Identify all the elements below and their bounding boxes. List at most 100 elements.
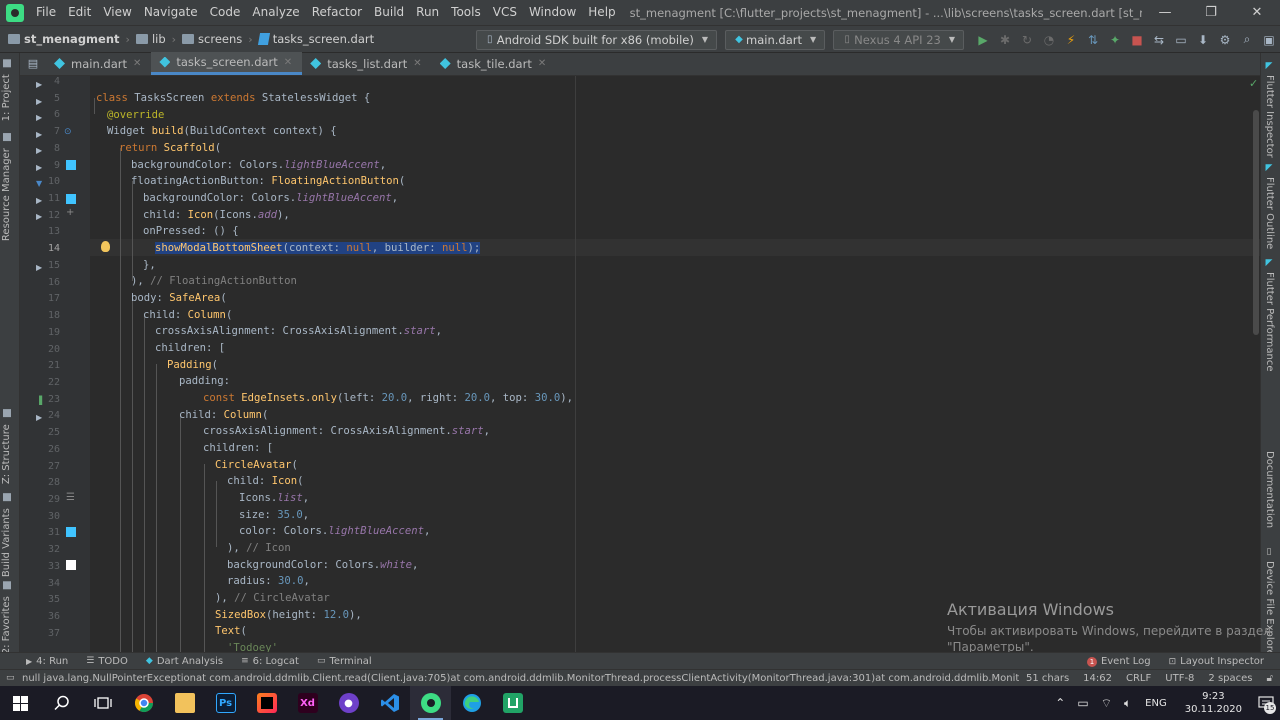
selected-code[interactable]: showModalBottomSheet(context: null, buil… [155, 242, 481, 254]
clock[interactable]: 9:23 30.11.2020 [1175, 690, 1252, 716]
taskbar-explorer[interactable] [164, 686, 205, 720]
taskbar-android-studio[interactable] [410, 686, 451, 720]
breadcrumb-project[interactable]: st_menagment [0, 32, 124, 46]
fold-icon[interactable]: ▶ [36, 80, 42, 89]
menu-edit[interactable]: Edit [62, 0, 97, 25]
editor-scrollbar[interactable] [1253, 110, 1259, 335]
taskbar-photoshop[interactable]: Ps [205, 686, 246, 720]
color-swatch-icon[interactable] [66, 160, 76, 170]
stop-icon[interactable]: ■ [1126, 29, 1148, 51]
fold-icon[interactable]: ▶ [36, 263, 42, 272]
color-swatch-icon[interactable] [66, 527, 76, 537]
close-tab-icon[interactable]: ✕ [284, 57, 292, 68]
language-indicator[interactable]: ENG [1137, 698, 1175, 709]
fold-icon[interactable]: ▶ [36, 413, 42, 422]
tool-flutter-inspector[interactable]: ◤ Flutter Inspector [1264, 61, 1275, 158]
fold-icon[interactable]: ▶ [36, 212, 42, 221]
tool-dart-analysis[interactable]: ◆ Dart Analysis [138, 656, 233, 667]
taskbar-app[interactable] [492, 686, 533, 720]
no-problems-check-icon[interactable]: ✓ [1249, 77, 1258, 90]
fold-icon[interactable]: ▶ [36, 113, 42, 122]
tool-build-variants[interactable]: Build Variants [1, 493, 12, 577]
profile-icon[interactable]: ◔ [1038, 29, 1060, 51]
tool-flutter-performance[interactable]: ◤ Flutter Performance [1264, 258, 1275, 372]
close-tab-icon[interactable]: ✕ [413, 58, 421, 69]
menu-code[interactable]: Code [204, 0, 247, 25]
status-line-separator[interactable]: CRLF [1119, 673, 1158, 684]
fold-open-icon[interactable]: ▼ [36, 179, 42, 188]
breadcrumb-file[interactable]: tasks_screen.dart [255, 32, 378, 46]
tool-structure[interactable]: Z: Structure [1, 409, 12, 484]
tool-project[interactable]: 1: Project [1, 59, 12, 121]
debug-icon[interactable]: ✱ [994, 29, 1016, 51]
menu-file[interactable]: File [30, 0, 62, 25]
color-swatch-icon[interactable] [66, 560, 76, 570]
taskbar-jetbrains[interactable] [246, 686, 287, 720]
status-message[interactable]: null java.lang.NullPointerExceptionat co… [0, 673, 1019, 684]
tab-task-tile-dart[interactable]: task_tile.dart ✕ [432, 52, 557, 75]
lightbulb-icon[interactable] [101, 241, 110, 252]
battery-icon[interactable]: ▭ [1071, 696, 1094, 710]
menu-navigate[interactable]: Navigate [138, 0, 204, 25]
menu-tools[interactable]: Tools [445, 0, 487, 25]
notification-center[interactable]: 15 [1252, 686, 1280, 720]
minimize-button[interactable]: — [1142, 0, 1188, 25]
tool-terminal[interactable]: ▭ Terminal [309, 656, 382, 667]
tab-tasks-list-dart[interactable]: tasks_list.dart ✕ [302, 52, 431, 75]
tool-favorites[interactable]: 2: Favorites [1, 581, 12, 654]
override-marker-icon[interactable]: ⊙ [64, 127, 72, 137]
tab-main-dart[interactable]: main.dart ✕ [46, 52, 151, 75]
breadcrumb-lib[interactable]: lib [132, 32, 170, 46]
menu-refactor[interactable]: Refactor [306, 0, 368, 25]
menu-window[interactable]: Window [523, 0, 582, 25]
tool-logcat[interactable]: ≡ 6: Logcat [233, 656, 309, 667]
tool-todo[interactable]: ☰ TODO [78, 656, 138, 667]
menu-view[interactable]: View [97, 0, 137, 25]
tool-layout-inspector[interactable]: ⊡ Layout Inspector [1161, 656, 1274, 667]
menu-help[interactable]: Help [582, 0, 621, 25]
taskbar-github[interactable]: ● [328, 686, 369, 720]
breadcrumb-screens[interactable]: screens [178, 32, 246, 46]
close-tab-icon[interactable]: ✕ [538, 58, 546, 69]
lock-icon[interactable]: 🔓︎ [1260, 673, 1280, 684]
tab-tasks-screen-dart[interactable]: tasks_screen.dart ✕ [151, 52, 303, 75]
sync-project-icon[interactable]: ⇆ [1148, 29, 1170, 51]
fold-icon[interactable]: ▶ [36, 196, 42, 205]
status-encoding[interactable]: UTF-8 [1158, 673, 1201, 684]
status-caret-position[interactable]: 14:62 [1076, 673, 1119, 684]
network-icon[interactable]: ⌔ [1095, 696, 1118, 711]
tool-event-log[interactable]: 1 Event Log [1079, 656, 1161, 667]
taskbar-vscode[interactable] [369, 686, 410, 720]
menu-vcs[interactable]: VCS [487, 0, 523, 25]
fold-icon[interactable]: ▶ [36, 146, 42, 155]
fold-icon[interactable]: ▶ [36, 97, 42, 106]
close-button[interactable]: ✕ [1234, 0, 1280, 25]
menu-analyze[interactable]: Analyze [246, 0, 305, 25]
chevron-up-icon[interactable]: ⌃ [1049, 696, 1071, 710]
hot-reload-icon[interactable]: ⚡ [1060, 29, 1082, 51]
task-view-button[interactable] [82, 686, 123, 720]
tabs-overview-icon[interactable]: ▤ [20, 52, 46, 75]
fold-icon[interactable]: ▶ [36, 163, 42, 172]
tool-documentation[interactable]: Documentation [1264, 451, 1275, 528]
maximize-button[interactable]: ❐ [1188, 0, 1234, 25]
sdk-manager-icon[interactable]: ⬇ [1192, 29, 1214, 51]
device-selector[interactable]: ▯ Android SDK built for x86 (mobile) ▼ [475, 29, 718, 50]
taskbar-xd[interactable]: Xd [287, 686, 328, 720]
status-indent[interactable]: 2 spaces [1201, 673, 1259, 684]
tool-flutter-outline[interactable]: ◤ Flutter Outline [1264, 163, 1275, 249]
volume-icon[interactable]: 🔈︎ [1118, 696, 1137, 711]
avd-manager-icon[interactable]: ▭ [1170, 29, 1192, 51]
start-button[interactable] [0, 686, 41, 720]
taskbar-chrome[interactable] [123, 686, 164, 720]
settings-icon[interactable]: ⚙ [1214, 29, 1236, 51]
fold-icon[interactable]: ▶ [36, 130, 42, 139]
menu-build[interactable]: Build [368, 0, 410, 25]
menu-run[interactable]: Run [410, 0, 445, 25]
tool-run[interactable]: ▶ 4: Run [0, 656, 78, 667]
android-icon[interactable]: ✦ [1104, 29, 1126, 51]
attach-debugger-icon[interactable]: ↻ [1016, 29, 1038, 51]
tool-resource-manager[interactable]: Resource Manager [1, 133, 12, 241]
toggle-tool-windows-icon[interactable]: ▭ [6, 673, 15, 683]
apply-changes-icon[interactable]: ⇅ [1082, 29, 1104, 51]
